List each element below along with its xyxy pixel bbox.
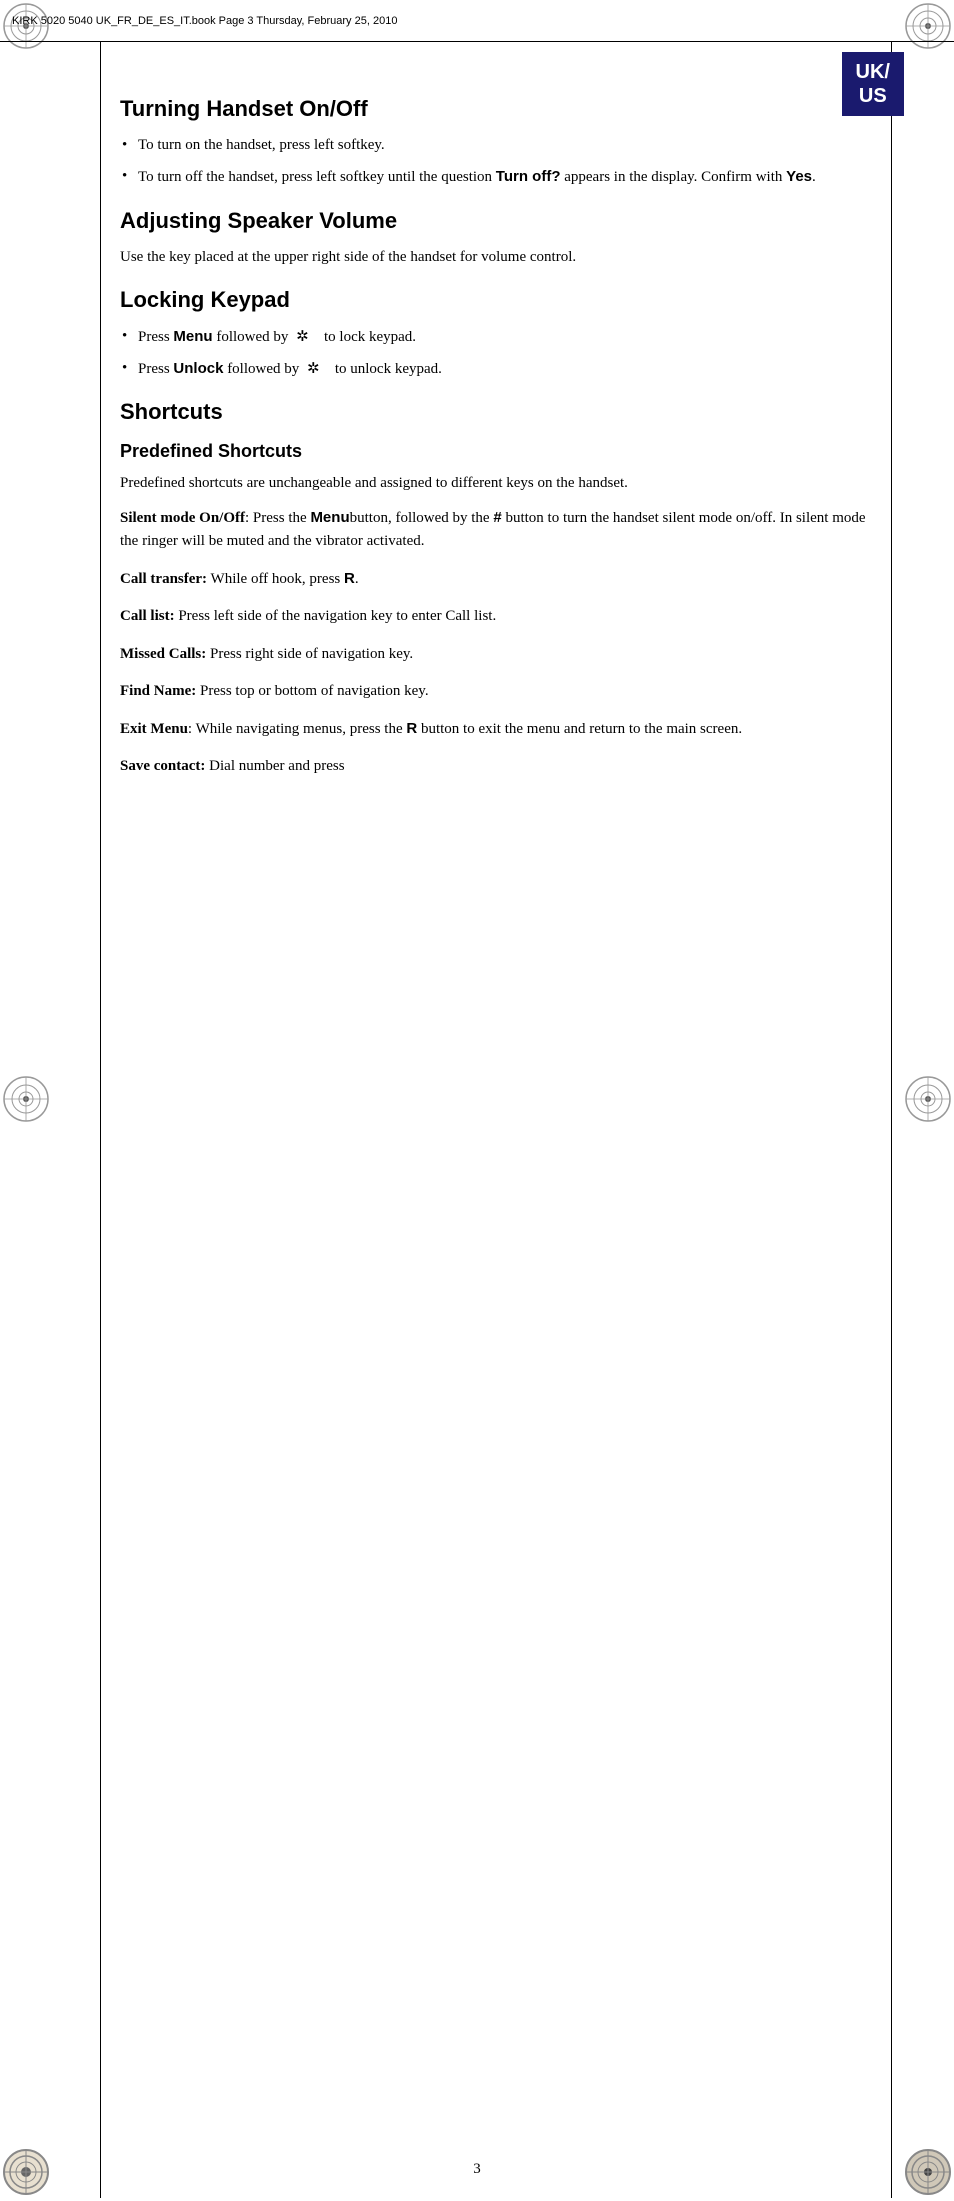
exit-menu-entry: Exit Menu: While navigating menus, press… xyxy=(120,717,874,741)
corner-decoration-br xyxy=(904,2148,952,2196)
main-content: Turning Handset On/Off To turn on the ha… xyxy=(120,48,874,853)
page-number: 3 xyxy=(473,2161,481,2178)
adjusting-volume-text: Use the key placed at the upper right si… xyxy=(120,246,874,269)
turning-handset-list: To turn on the handset, press left softk… xyxy=(120,134,874,190)
locking-keypad-lock-item: Press Menu followed by ✲ to lock keypad. xyxy=(120,325,874,349)
right-border-line xyxy=(891,42,892,2198)
corner-decoration-bl xyxy=(2,2148,50,2196)
shortcuts-title: Shortcuts xyxy=(120,399,874,425)
predefined-shortcuts-intro: Predefined shortcuts are unchangeable an… xyxy=(120,472,874,495)
call-list-entry: Call list: Press left side of the naviga… xyxy=(120,605,874,628)
turning-handset-item-1: To turn on the handset, press left softk… xyxy=(120,134,874,157)
left-border-line xyxy=(100,42,101,2198)
adjusting-volume-title: Adjusting Speaker Volume xyxy=(120,208,874,234)
call-transfer-entry: Call transfer: While off hook, press R. xyxy=(120,567,874,591)
header-text: KIRK 5020 5040 UK_FR_DE_ES_IT.book Page … xyxy=(12,15,397,27)
page-frame: KIRK 5020 5040 UK_FR_DE_ES_IT.book Page … xyxy=(0,0,954,2198)
turning-handset-title: Turning Handset On/Off xyxy=(120,96,874,122)
locking-keypad-title: Locking Keypad xyxy=(120,287,874,313)
save-contact-entry: Save contact: Dial number and press xyxy=(120,755,874,778)
find-name-entry: Find Name: Press top or bottom of naviga… xyxy=(120,680,874,703)
locking-keypad-list: Press Menu followed by ✲ to lock keypad.… xyxy=(120,325,874,382)
predefined-shortcuts-subtitle: Predefined Shortcuts xyxy=(120,441,874,462)
locking-keypad-unlock-item: Press Unlock followed by ✲ to unlock key… xyxy=(120,357,874,381)
page-header: KIRK 5020 5040 UK_FR_DE_ES_IT.book Page … xyxy=(0,0,954,42)
missed-calls-entry: Missed Calls: Press right side of naviga… xyxy=(120,643,874,666)
corner-decoration-ml xyxy=(2,1075,50,1123)
silent-mode-entry: Silent mode On/Off: Press the Menubutton… xyxy=(120,506,874,554)
turning-handset-item-2: To turn off the handset, press left soft… xyxy=(120,165,874,189)
corner-decoration-mr xyxy=(904,1075,952,1123)
